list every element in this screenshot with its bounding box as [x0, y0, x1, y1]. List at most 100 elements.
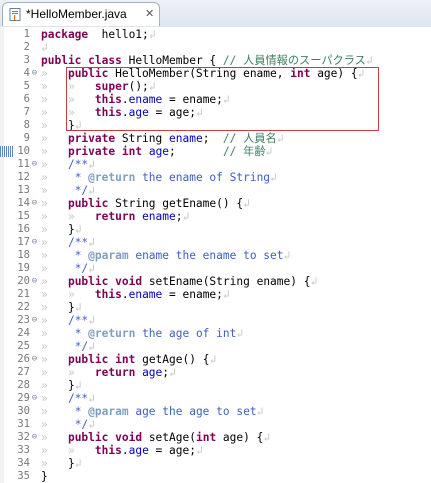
fold-toggle-icon[interactable]: ⊖: [30, 236, 39, 249]
code-token: *: [67, 327, 89, 340]
line-number: 1: [23, 28, 30, 40]
fold-toggle-icon[interactable]: ⊖: [30, 392, 39, 405]
fold-toggle-icon[interactable]: ⊖: [30, 431, 39, 444]
code-token: return: [94, 366, 136, 379]
code-line[interactable]: 34 » }↲: [0, 457, 431, 470]
code-token: »: [41, 457, 68, 470]
code-line[interactable]: 21 » » this.ename = ename;↲: [0, 288, 431, 301]
code-token: this: [94, 288, 122, 301]
code-text: » * @param age the age to set↲: [41, 405, 263, 418]
line-number: 33: [17, 444, 30, 456]
fold-toggle-icon[interactable]: ⊖: [30, 67, 39, 80]
code-token: ename: [128, 288, 163, 301]
code-line[interactable]: 6 » » this.ename = ename;↲: [0, 93, 431, 106]
line-number: 15: [17, 210, 30, 222]
code-token: return: [94, 210, 136, 223]
code-line[interactable]: 13 » */↲: [0, 184, 431, 197]
code-token: » »: [41, 80, 95, 93]
code-line[interactable]: 15 » » return ename;↲: [0, 210, 431, 223]
code-line[interactable]: 31 » */↲: [0, 418, 431, 431]
code-token: = ename;: [162, 93, 223, 106]
code-line[interactable]: 28 » }↲: [0, 379, 431, 392]
fold-toggle-icon[interactable]: ⊖: [30, 197, 39, 210]
line-number: 18: [17, 249, 30, 261]
code-text: » }↲: [41, 119, 81, 132]
code-token: getAge() {: [135, 353, 210, 366]
line-number: 5: [23, 80, 30, 92]
close-icon[interactable]: ✕: [145, 7, 154, 20]
code-line[interactable]: 5 » » super();↲: [0, 80, 431, 93]
code-text: » * @param ename the ename to set↲: [41, 249, 290, 262]
code-token: ↲: [88, 262, 95, 275]
code-line[interactable]: 35}: [0, 470, 431, 483]
code-text: » private String ename; // 人員名↲: [41, 132, 283, 145]
code-token: .: [121, 288, 129, 301]
code-line[interactable]: 1 package hello1;↲: [0, 28, 431, 41]
line-number: 23: [17, 314, 30, 326]
code-line[interactable]: 4 ⊖» public HelloMember(String ename, int…: [0, 67, 431, 80]
code-line[interactable]: 3 public class HelloMember { // 人員情報のスーパク…: [0, 54, 431, 67]
code-line[interactable]: 20 ⊖» public void setEname(String ename) …: [0, 275, 431, 288]
line-number: 25: [17, 340, 30, 352]
fold-toggle-icon[interactable]: ⊖: [30, 275, 39, 288]
code-line[interactable]: 18 » * @param ename the ename to set↲: [0, 249, 431, 262]
fold-toggle-icon[interactable]: ⊖: [30, 314, 39, 327]
code-editor[interactable]: 1 package hello1;↲ 2 ↲ 3 public class HelloMe…: [0, 27, 431, 483]
code-text: }: [41, 470, 48, 483]
code-line[interactable]: 33 » » this.age = age;↲: [0, 444, 431, 457]
code-token: ↲: [276, 132, 284, 145]
code-line[interactable]: 8 » }↲: [0, 119, 431, 132]
code-token: public: [67, 275, 109, 288]
tab-hellomember-java[interactable]: J *HelloMember.java ✕: [2, 2, 160, 26]
code-token: int: [121, 145, 143, 158]
code-line[interactable]: 29 ⊖» /**↲: [0, 392, 431, 405]
code-line[interactable]: 27 » » return age;↲: [0, 366, 431, 379]
line-number: 16: [17, 223, 30, 235]
line-number: 34: [17, 457, 30, 469]
code-line[interactable]: 19 » */↲: [0, 262, 431, 275]
code-line[interactable]: 26 ⊖» public int getAge() {↲: [0, 353, 431, 366]
code-line[interactable]: 23 ⊖» /**↲: [0, 314, 431, 327]
fold-toggle-icon[interactable]: ⊖: [30, 158, 39, 171]
code-token: void: [115, 431, 143, 444]
code-text: » }↲: [41, 223, 81, 236]
code-token: // 人員情報のスーパクラス: [222, 54, 366, 67]
code-line[interactable]: 25 » */↲: [0, 340, 431, 353]
code-text: » }↲: [41, 457, 81, 470]
code-line[interactable]: 2 ↲: [0, 41, 431, 54]
code-line[interactable]: 9 » private String ename; // 人員名↲: [0, 132, 431, 145]
code-line[interactable]: 32 ⊖» public void setAge(int age) {↲: [0, 431, 431, 444]
code-line[interactable]: 30 » * @param age the age to set↲: [0, 405, 431, 418]
fold-toggle-icon[interactable]: ⊖: [30, 353, 39, 366]
code-token: ↲: [88, 392, 95, 405]
code-line[interactable]: 11 ⊖» /**↲: [0, 158, 431, 171]
code-line[interactable]: 10» private int age; // 年齢↲: [0, 145, 431, 158]
code-token: » »: [41, 210, 95, 223]
code-text: » */↲: [41, 340, 95, 353]
code-line[interactable]: 16 » }↲: [0, 223, 431, 236]
code-token: ↲: [222, 288, 230, 301]
code-token: public: [67, 67, 109, 80]
code-token: HelloMember(String ename,: [108, 67, 291, 80]
code-token: »: [41, 275, 68, 288]
code-line[interactable]: 7 » » this.age = age;↲: [0, 106, 431, 119]
line-number: 9: [23, 132, 30, 144]
code-line[interactable]: 17 ⊖» /**↲: [0, 236, 431, 249]
code-line[interactable]: 12 » * @return the ename of String↲: [0, 171, 431, 184]
code-line[interactable]: 24 » * @return the age of int↲: [0, 327, 431, 340]
code-line[interactable]: 22 » }↲: [0, 301, 431, 314]
code-token: »: [41, 236, 68, 249]
code-token: ↲: [74, 457, 82, 470]
code-text: » * @return the age of int↲: [41, 327, 243, 340]
code-token: /**: [67, 314, 89, 327]
code-token: this: [94, 106, 122, 119]
code-token: age: [142, 366, 163, 379]
code-token: ↲: [222, 93, 230, 106]
code-text: » /**↲: [41, 236, 95, 249]
code-token: // 人員名: [222, 132, 277, 145]
code-token: void: [115, 275, 143, 288]
code-token: »: [41, 314, 68, 327]
code-line[interactable]: 14 ⊖» public String getEname() {↲: [0, 197, 431, 210]
code-token: »: [41, 262, 68, 275]
